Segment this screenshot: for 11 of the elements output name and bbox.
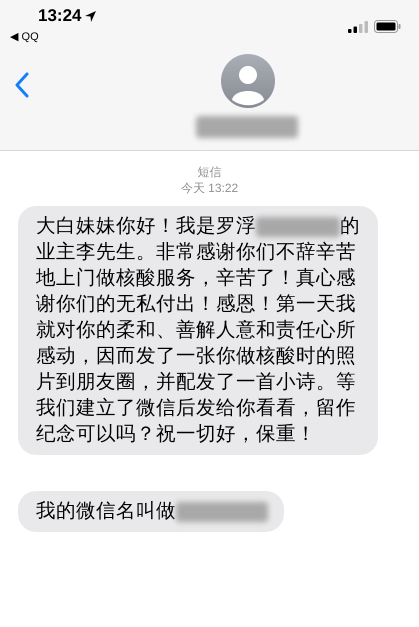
- back-chevron-icon[interactable]: [14, 72, 30, 98]
- avatar-icon[interactable]: [221, 54, 275, 108]
- back-to-app-link[interactable]: ◀ QQ: [10, 30, 96, 43]
- location-icon: [85, 10, 96, 22]
- message-bubble: 我的微信名叫做: [18, 491, 284, 532]
- message-timestamp: 今天 13:22: [180, 180, 238, 196]
- message-bubble: 大白妹妹你好！我是罗浮 的业主李先生。非常感谢你们不辞辛苦地上门做核酸服务，辛苦了！真心感谢你们的无私付出！感恩！第一天我就对你的柔和、善解人意和责任心所感动，因而发了一张你做核酸时的照片到朋友圈，并配发了一首小诗。等我们建立了微信后发给你看看，留作纪念可以吗？祝一切好，保重！: [18, 206, 378, 455]
- battery-icon: [374, 20, 401, 33]
- signal-icon: [348, 21, 368, 33]
- service-label: 短信: [198, 164, 222, 180]
- status-time: 13:24: [38, 6, 82, 26]
